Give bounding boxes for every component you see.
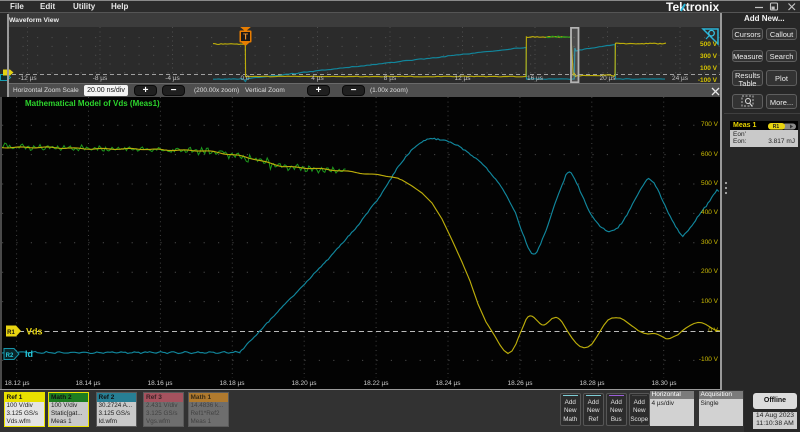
- svg-text:Vds: Vds: [26, 327, 43, 337]
- svg-text:Id: Id: [25, 349, 33, 359]
- svg-text:R1: R1: [773, 124, 780, 130]
- svg-text:T: T: [243, 33, 248, 42]
- svg-text:R1: R1: [7, 330, 15, 336]
- svg-text:R2: R2: [6, 353, 14, 359]
